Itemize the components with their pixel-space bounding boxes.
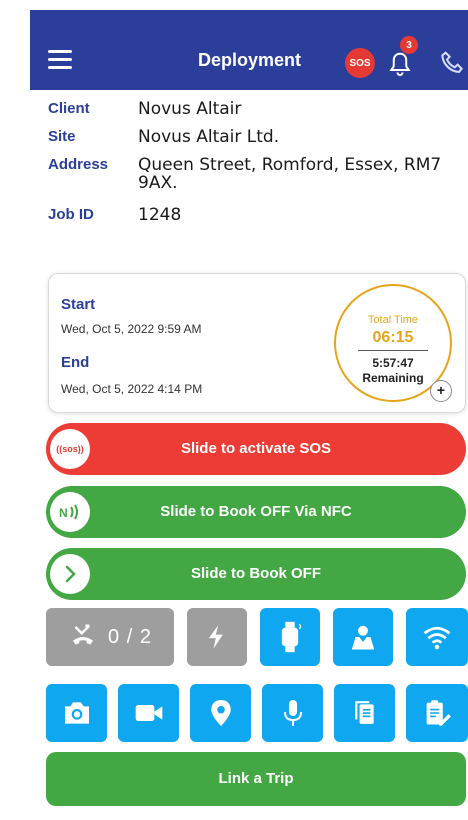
- start-label: Start: [61, 296, 96, 313]
- phone-icon[interactable]: [437, 48, 468, 80]
- map-tile[interactable]: [333, 608, 393, 666]
- copy-tile[interactable]: [334, 684, 395, 742]
- link-trip-button[interactable]: Link a Trip: [46, 752, 466, 806]
- video-icon: [135, 705, 162, 721]
- slide-book-off-bar[interactable]: Slide to Book OFF: [46, 548, 466, 600]
- microphone-icon: [283, 700, 302, 726]
- job-id-row: Job ID 1248: [48, 206, 458, 224]
- job-id-label: Job ID: [48, 206, 94, 223]
- slide-nfc-label: Slide to Book OFF Via NFC: [160, 503, 352, 520]
- shift-time-card: Start Wed, Oct 5, 2022 9:59 AM End Wed, …: [48, 273, 466, 413]
- address-value: Queen Street, Romford, Essex, RM7 9AX.: [138, 155, 442, 193]
- slide-sos-bar[interactable]: ((sos)) Slide to activate SOS: [46, 423, 466, 475]
- total-time-value: 06:15: [372, 329, 414, 346]
- slide-sos-label: Slide to activate SOS: [180, 440, 332, 457]
- smartwatch-tile[interactable]: [260, 608, 320, 666]
- client-label: Client: [48, 100, 90, 117]
- location-tile[interactable]: [190, 684, 251, 742]
- call-count: 0 / 2: [108, 625, 152, 648]
- app-screen: Deployment SOS 3 Client Novus Altair Sit…: [30, 10, 468, 820]
- site-value: Novus Altair Ltd.: [138, 127, 280, 147]
- page-title: Deployment: [198, 50, 302, 70]
- job-info: Client Novus Altair Site Novus Altair Lt…: [48, 100, 458, 234]
- client-row: Client Novus Altair: [48, 100, 458, 118]
- address-row: Address Queen Street, Romford, Essex, RM…: [48, 156, 458, 192]
- site-label: Site: [48, 128, 76, 145]
- job-id-value: 1248: [138, 205, 182, 225]
- total-time-label: Total Time: [367, 314, 419, 326]
- call-counter-tile[interactable]: 0 / 2: [46, 608, 174, 666]
- notification-count-badge: 3: [400, 36, 418, 54]
- flash-tile[interactable]: [187, 608, 247, 666]
- site-row: Site Novus Altair Ltd.: [48, 128, 458, 146]
- missed-call-icon: [73, 624, 94, 645]
- phone-screen: Deployment SOS 3 Client Novus Altair Sit…: [0, 0, 468, 820]
- bell-icon[interactable]: [385, 50, 415, 80]
- start-datetime: Wed, Oct 5, 2022 9:59 AM: [61, 322, 202, 336]
- wifi-icon: [423, 626, 451, 650]
- end-label: End: [61, 354, 90, 371]
- sos-button[interactable]: SOS: [345, 48, 375, 78]
- flash-icon: [208, 625, 223, 649]
- video-tile[interactable]: [118, 684, 179, 742]
- camera-icon: [64, 702, 89, 724]
- copy-icon: [354, 701, 374, 724]
- address-label: Address: [48, 156, 109, 173]
- wifi-tile[interactable]: [406, 608, 468, 666]
- map-person-icon: [351, 625, 375, 650]
- slide-nfc-bar[interactable]: N Slide to Book OFF Via NFC: [46, 486, 466, 538]
- end-datetime: Wed, Oct 5, 2022 4:14 PM: [61, 382, 203, 396]
- app-header: Deployment SOS 3: [30, 10, 468, 90]
- remaining-time-value: 5:57:47: [372, 356, 414, 370]
- clipboard-edit-icon: [426, 700, 451, 726]
- left-gutter: [0, 0, 28, 820]
- client-value: Novus Altair: [138, 99, 242, 119]
- microphone-tile[interactable]: [262, 684, 323, 742]
- camera-tile[interactable]: [46, 684, 107, 742]
- total-time-circle: Total Time 06:15 5:57:47 Remaining +: [334, 284, 452, 402]
- location-pin-icon: [210, 700, 231, 726]
- divider: [358, 350, 428, 351]
- slide-book-off-label: Slide to Book OFF: [191, 565, 321, 582]
- hamburger-menu-icon[interactable]: [48, 50, 72, 70]
- smartwatch-icon: [281, 621, 302, 653]
- add-time-button[interactable]: +: [430, 380, 452, 402]
- clipboard-tile[interactable]: [406, 684, 468, 742]
